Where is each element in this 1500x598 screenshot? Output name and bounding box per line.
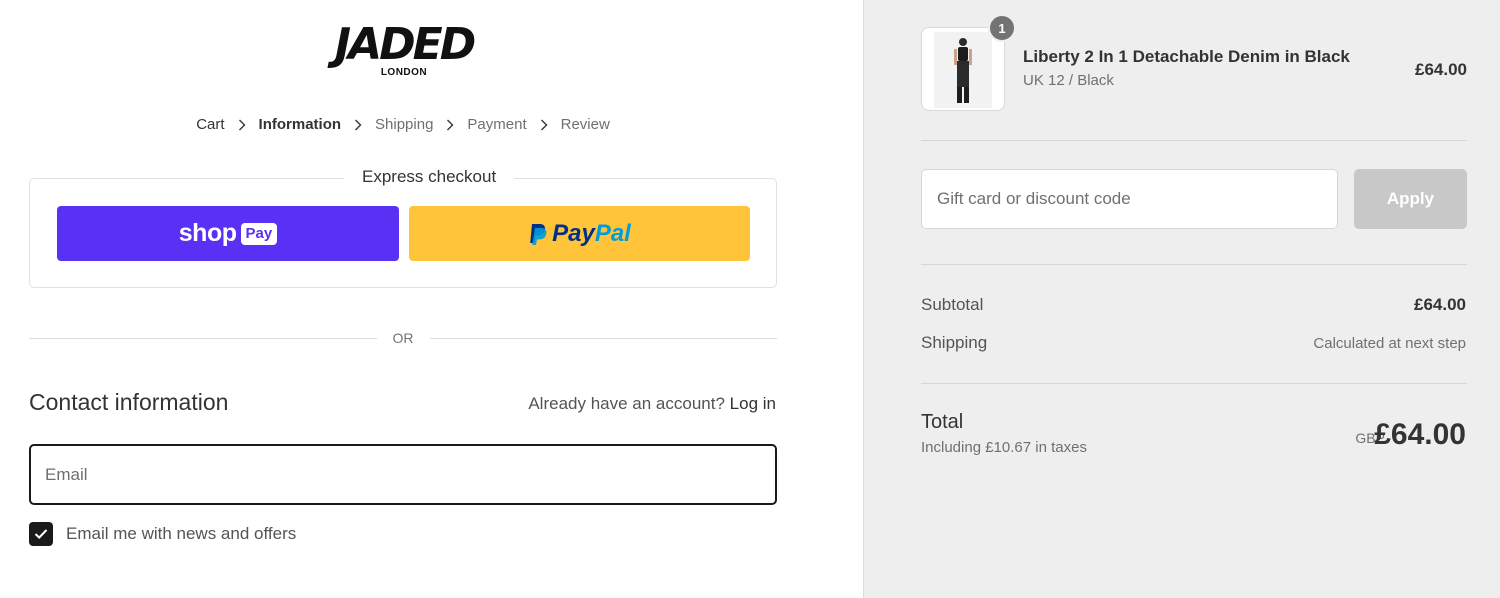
express-checkout: Express checkout shop Pay Pay Pal: [29, 167, 777, 288]
or-text: OR: [392, 330, 414, 346]
total-label: Total: [921, 411, 964, 433]
product-variant: UK 12 / Black: [1023, 72, 1114, 89]
model-figure-image: [934, 32, 992, 108]
paypal-word-pay: Pay: [552, 219, 595, 247]
product-price: £64.00: [1415, 60, 1467, 79]
quantity-badge: 1: [988, 14, 1016, 42]
logo-wordmark: JADED: [334, 19, 477, 70]
discount-code-input[interactable]: [921, 169, 1338, 229]
subtotal-label: Subtotal: [921, 295, 984, 314]
breadcrumb-cart[interactable]: Cart: [196, 116, 224, 133]
chevron-right-icon: [353, 118, 363, 132]
brand-logo[interactable]: JADED LONDON: [326, 19, 482, 80]
shop-pay-word: shop: [178, 219, 237, 247]
shipping-value: Calculated at next step: [1313, 335, 1466, 352]
newsletter-checkbox-row[interactable]: Email me with news and offers: [29, 522, 296, 546]
contact-title: Contact information: [29, 389, 229, 415]
checkmark-icon: [34, 529, 48, 540]
divider-line: [29, 337, 377, 339]
logo-subtitle: LONDON: [380, 67, 428, 78]
email-field[interactable]: [29, 444, 777, 505]
login-link[interactable]: Log in: [730, 394, 776, 413]
product-image: [934, 32, 992, 108]
account-prompt-row: Already have an account? Log in: [528, 394, 776, 414]
breadcrumb-shipping: Shipping: [375, 116, 434, 133]
summary-divider: [921, 383, 1467, 384]
tax-note: Including £10.67 in taxes: [921, 439, 1087, 456]
chevron-right-icon: [539, 118, 549, 132]
paypal-icon: [530, 223, 547, 245]
summary-divider: [921, 264, 1467, 265]
account-prompt: Already have an account?: [528, 394, 725, 413]
express-checkout-title: Express checkout: [344, 167, 515, 187]
breadcrumb-review: Review: [560, 116, 610, 133]
order-summary: 1 Liberty 2 In 1 Detachable Denim in Bla…: [863, 0, 1500, 598]
newsletter-label: Email me with news and offers: [66, 524, 297, 543]
shipping-label: Shipping: [921, 333, 988, 352]
paypal-button[interactable]: Pay Pal: [409, 206, 750, 261]
paypal-word-pal: Pal: [594, 219, 631, 247]
apply-discount-button[interactable]: Apply: [1354, 169, 1467, 229]
summary-divider: [921, 140, 1467, 141]
product-thumbnail: [921, 27, 1005, 111]
breadcrumb-payment: Payment: [467, 116, 527, 133]
chevron-right-icon: [237, 118, 247, 132]
subtotal-value: £64.00: [1414, 295, 1466, 314]
shop-pay-button[interactable]: shop Pay: [57, 206, 399, 261]
product-name: Liberty 2 In 1 Detachable Denim in Black: [1023, 47, 1350, 66]
order-line-item: 1 Liberty 2 In 1 Detachable Denim in Bla…: [921, 14, 1467, 111]
chevron-right-icon: [445, 118, 455, 132]
or-divider: OR: [29, 328, 777, 348]
newsletter-checkbox[interactable]: [29, 522, 53, 546]
checkout-main: JADED LONDON Cart Information Shipping P…: [0, 0, 863, 598]
breadcrumb-information: Information: [258, 116, 342, 133]
shop-pay-pill: Pay: [240, 222, 278, 245]
total-amount: £64.00: [1374, 418, 1466, 451]
breadcrumb: Cart Information Shipping Payment Review: [0, 116, 806, 133]
divider-line: [429, 337, 777, 339]
